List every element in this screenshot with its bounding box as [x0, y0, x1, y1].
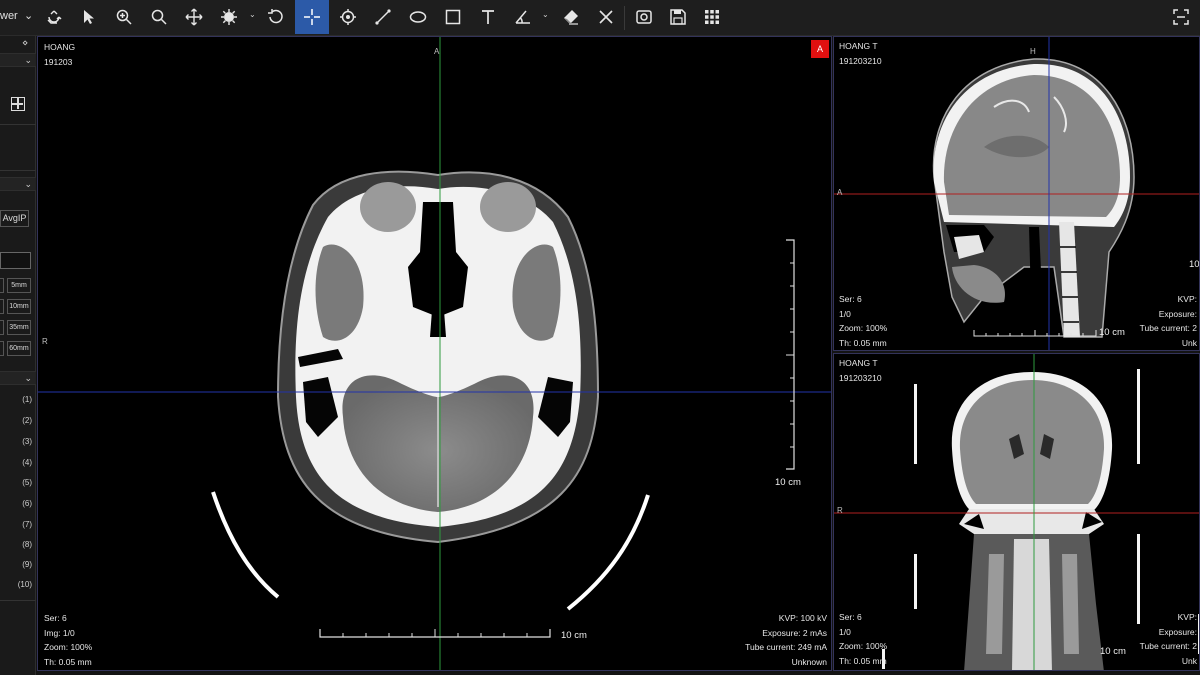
- image-info-right: KVP: 100 kV Exposure: 2 mAs Tube current…: [745, 613, 827, 667]
- layout-grid-icon[interactable]: [11, 97, 25, 111]
- chevron-down-icon[interactable]: ⌄: [24, 9, 33, 22]
- image-info-left: Ser: 6 1/0 Zoom: 100% Th: 0.05 mm: [839, 612, 888, 666]
- toolbar-divider: [624, 6, 625, 30]
- save-icon[interactable]: [661, 0, 695, 34]
- divider: [0, 124, 36, 125]
- coronal-viewport[interactable]: HOANG T 191203210 R 10 cm Ser: 6 1/0 Zoo…: [833, 353, 1200, 671]
- sync-icon[interactable]: [37, 0, 71, 34]
- patient-name: HOANG 191203: [44, 42, 76, 67]
- chevron-down-icon[interactable]: ⌄: [24, 373, 32, 384]
- orientation-left-label: A: [837, 188, 843, 197]
- chevron-down-icon[interactable]: ⌄: [249, 10, 256, 19]
- pointer-icon[interactable]: [72, 0, 106, 34]
- horizontal-scale-label: 10 cm: [561, 630, 587, 641]
- series-item[interactable]: (9): [16, 560, 32, 569]
- sagittal-viewport[interactable]: HOANG T 191203210 H A 10 10 cm Ser: 6 1/…: [833, 36, 1200, 351]
- series-item[interactable]: (10): [16, 580, 32, 589]
- axial-viewport[interactable]: HOANG 191203 A A R 10 cm 10 cm Ser: 6 Im…: [37, 36, 832, 671]
- series-item[interactable]: (6): [16, 499, 32, 508]
- horizontal-scale-label: 10 cm: [1100, 646, 1126, 657]
- active-view-marker[interactable]: A: [811, 40, 829, 58]
- panel-section-header[interactable]: ⌄: [0, 53, 36, 67]
- zoom-in-icon[interactable]: [107, 0, 141, 34]
- rectangle-icon[interactable]: [436, 0, 470, 34]
- ruler-icon[interactable]: [366, 0, 400, 34]
- window-level-icon[interactable]: [212, 0, 246, 34]
- fullscreen-icon[interactable]: [1164, 0, 1198, 34]
- divider: [0, 170, 36, 171]
- divider: [0, 600, 36, 601]
- thickness-option-stub[interactable]: [0, 278, 4, 293]
- chevron-down-icon[interactable]: ⌄: [542, 10, 549, 19]
- avgip-button[interactable]: AvgIP: [0, 210, 29, 227]
- panel-section-header[interactable]: ⌄: [0, 177, 36, 191]
- image-info-right: KVP: Exposure: Tube current: 2 Unk: [1139, 294, 1197, 348]
- thickness-input[interactable]: [0, 252, 31, 269]
- pan-icon[interactable]: [177, 0, 211, 34]
- magnifier-icon[interactable]: [142, 0, 176, 34]
- text-icon[interactable]: [471, 0, 505, 34]
- reset-icon[interactable]: [259, 0, 293, 34]
- eraser-icon[interactable]: [554, 0, 588, 34]
- series-item[interactable]: (7): [16, 520, 32, 529]
- thickness-option-stub[interactable]: [0, 341, 4, 356]
- target-icon[interactable]: [331, 0, 365, 34]
- toolbar: wer ⌄ ⌄ ⌄: [0, 0, 1200, 36]
- patient-name: HOANG T 191203210: [839, 358, 882, 383]
- axial-ct-image: [38, 37, 831, 670]
- orientation-top-label: H: [1030, 47, 1036, 56]
- image-info-left: Ser: 6 1/0 Zoom: 100% Th: 0.05 mm: [839, 294, 888, 348]
- panel-section-header[interactable]: ⌄: [0, 371, 36, 385]
- layout-label[interactable]: wer: [0, 10, 18, 22]
- image-info-left: Ser: 6 Img: 1/0 Zoom: 100% Th: 0.05 mm: [44, 613, 93, 667]
- patient-name: HOANG T 191203210: [839, 41, 882, 66]
- angle-icon[interactable]: [506, 0, 540, 34]
- pin-icon[interactable]: ⋄: [22, 38, 28, 49]
- vertical-scale-label: 10 cm: [775, 477, 801, 488]
- chevron-down-icon[interactable]: ⌄: [24, 55, 32, 66]
- ellipse-icon[interactable]: [401, 0, 435, 34]
- image-info-right: KVP: Exposure: Tube current: 2 Unk: [1139, 612, 1197, 666]
- series-item[interactable]: (1): [16, 395, 32, 404]
- grid-layout-icon[interactable]: [695, 0, 729, 34]
- crosshair-icon[interactable]: [295, 0, 329, 34]
- orientation-left-label: R: [837, 506, 843, 515]
- series-item[interactable]: (8): [16, 540, 32, 549]
- thickness-10mm-button[interactable]: 10mm: [7, 299, 31, 314]
- left-panel: ⋄ ⌄ ⌄ AvgIP 5mm 10mm 35mm 60mm ⌄ (1) (2)…: [0, 36, 36, 675]
- orientation-left-label: R: [42, 337, 48, 346]
- thickness-option-stub[interactable]: [0, 320, 4, 335]
- orientation-top-label: A: [434, 47, 440, 56]
- clear-icon[interactable]: [589, 0, 623, 34]
- thickness-60mm-button[interactable]: 60mm: [7, 341, 31, 356]
- screenshot-icon[interactable]: [627, 0, 661, 34]
- scale-edge-label: 10: [1189, 259, 1200, 270]
- thickness-5mm-button[interactable]: 5mm: [7, 278, 31, 293]
- series-item[interactable]: (3): [16, 437, 32, 446]
- thickness-35mm-button[interactable]: 35mm: [7, 320, 31, 335]
- series-item[interactable]: (4): [16, 458, 32, 467]
- thickness-option-stub[interactable]: [0, 299, 4, 314]
- series-item[interactable]: (2): [16, 416, 32, 425]
- horizontal-scale-label: 10 cm: [1099, 327, 1125, 338]
- series-item[interactable]: (5): [16, 478, 32, 487]
- chevron-down-icon[interactable]: ⌄: [24, 179, 32, 190]
